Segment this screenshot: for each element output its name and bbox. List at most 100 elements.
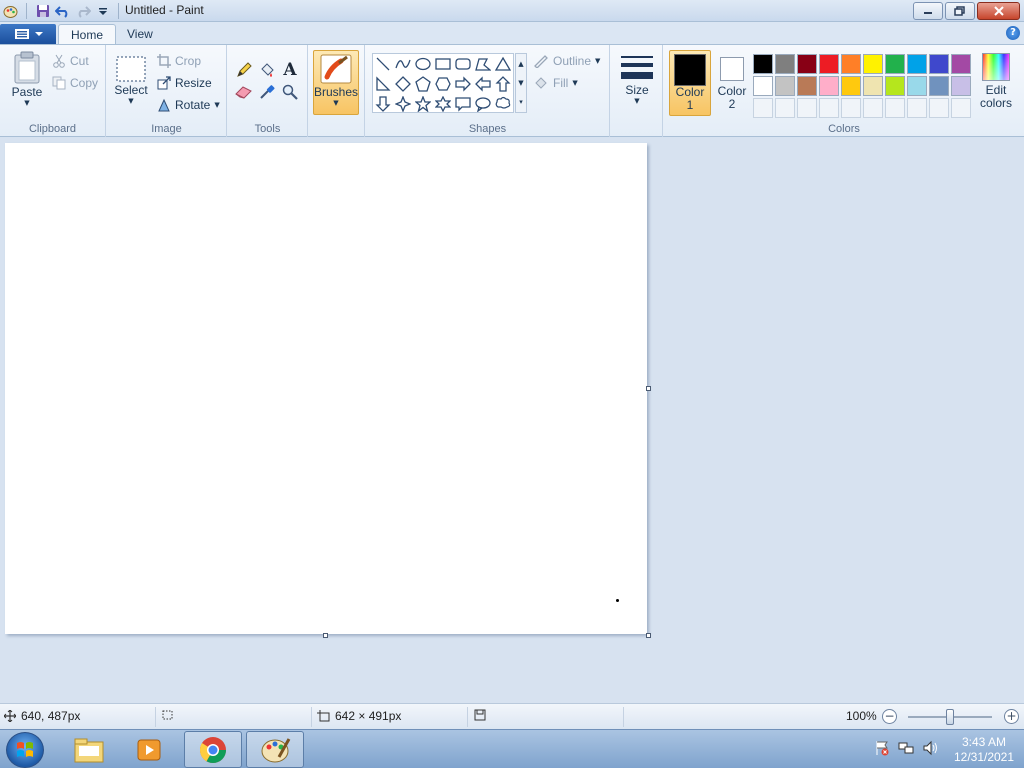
tab-view[interactable]: View (115, 24, 165, 45)
edit-colors-button[interactable]: Edit colors (976, 53, 1016, 110)
shapes-scrollbar[interactable]: ▲ ▼ ▾ (515, 53, 527, 113)
minimize-button[interactable] (913, 2, 943, 20)
diamond-shape[interactable] (393, 74, 413, 94)
down-arrow-shape[interactable] (373, 94, 393, 114)
palette-swatch[interactable] (907, 54, 927, 74)
pentagon-shape[interactable] (413, 74, 433, 94)
taskbar-media-player[interactable] (120, 731, 178, 768)
fill-button[interactable]: Fill ▼ (533, 73, 578, 93)
canvas-resize-handle-right[interactable] (646, 386, 651, 391)
triangle-shape[interactable] (493, 54, 513, 74)
fill-tool[interactable] (256, 59, 278, 80)
palette-swatch[interactable] (951, 54, 971, 74)
palette-swatch[interactable] (951, 98, 971, 118)
palette-swatch[interactable] (819, 98, 839, 118)
zoom-out-button[interactable]: − (882, 709, 897, 724)
scroll-up-icon[interactable]: ▲ (518, 60, 523, 68)
close-button[interactable] (977, 2, 1020, 20)
pencil-tool[interactable] (233, 59, 255, 80)
color1-button[interactable]: Color 1 (669, 50, 711, 116)
cloud-callout-shape[interactable] (493, 94, 513, 114)
outline-button[interactable]: Outline ▼ (533, 51, 600, 71)
taskbar-chrome[interactable] (184, 731, 242, 768)
palette-swatch[interactable] (797, 76, 817, 96)
palette-swatch[interactable] (929, 54, 949, 74)
palette-swatch[interactable] (819, 76, 839, 96)
network-icon[interactable] (898, 740, 914, 759)
copy-button[interactable]: Copy (52, 73, 98, 93)
palette-swatch[interactable] (885, 76, 905, 96)
brushes-button[interactable]: Brushes ▼ (313, 50, 359, 115)
volume-icon[interactable] (922, 740, 938, 759)
undo-icon[interactable] (54, 3, 71, 20)
save-icon[interactable] (34, 3, 51, 20)
tab-home[interactable]: Home (58, 24, 117, 45)
hexagon-shape[interactable] (433, 74, 453, 94)
help-icon[interactable]: ? (1006, 26, 1020, 40)
left-arrow-shape[interactable] (473, 74, 493, 94)
palette-swatch[interactable] (775, 98, 795, 118)
rectangular-callout-shape[interactable] (453, 94, 473, 114)
palette-swatch[interactable] (885, 98, 905, 118)
palette-swatch[interactable] (753, 98, 773, 118)
clock[interactable]: 3:43 AM 12/31/2021 (944, 735, 1024, 765)
zoom-in-button[interactable]: + (1004, 709, 1019, 724)
palette-swatch[interactable] (841, 76, 861, 96)
palette-swatch[interactable] (797, 54, 817, 74)
palette-swatch[interactable] (753, 54, 773, 74)
up-arrow-shape[interactable] (493, 74, 513, 94)
rounded-rectangle-shape[interactable] (453, 54, 473, 74)
palette-swatch[interactable] (797, 98, 817, 118)
palette-swatch[interactable] (819, 54, 839, 74)
rectangle-shape[interactable] (433, 54, 453, 74)
taskbar-explorer[interactable] (60, 731, 118, 768)
palette-swatch[interactable] (841, 54, 861, 74)
rotate-button[interactable]: Rotate ▼ (157, 95, 220, 115)
palette-swatch[interactable] (885, 54, 905, 74)
paint-menu-button[interactable] (0, 24, 56, 44)
expand-gallery-icon[interactable]: ▾ (519, 98, 523, 106)
scroll-down-icon[interactable]: ▼ (518, 79, 523, 87)
select-button[interactable]: Select ▼ (113, 55, 149, 105)
curve-shape[interactable] (393, 54, 413, 74)
palette-swatch[interactable] (907, 98, 927, 118)
cut-button[interactable]: Cut (52, 51, 89, 71)
canvas-resize-handle-corner[interactable] (646, 633, 651, 638)
oval-callout-shape[interactable] (473, 94, 493, 114)
customize-qat-dropdown-icon[interactable] (94, 3, 111, 20)
palette-swatch[interactable] (863, 54, 883, 74)
resize-button[interactable]: Resize (157, 73, 212, 93)
paste-button[interactable]: Paste ▼ (8, 51, 46, 107)
crop-button[interactable]: Crop (157, 51, 201, 71)
magnifier-tool[interactable] (279, 81, 301, 102)
eraser-tool[interactable] (233, 81, 255, 102)
palette-swatch[interactable] (753, 76, 773, 96)
right-arrow-shape[interactable] (453, 74, 473, 94)
palette-swatch[interactable] (841, 98, 861, 118)
zoom-slider-thumb[interactable] (946, 709, 954, 725)
taskbar-paint[interactable] (246, 731, 304, 768)
action-center-icon[interactable] (874, 740, 890, 759)
canvas-resize-handle-bottom[interactable] (323, 633, 328, 638)
oval-shape[interactable] (413, 54, 433, 74)
color2-button[interactable]: Color 2 (714, 50, 750, 111)
size-button[interactable]: Size ▼ (617, 53, 657, 105)
six-point-star-shape[interactable] (433, 94, 453, 114)
palette-swatch[interactable] (929, 76, 949, 96)
five-point-star-shape[interactable] (413, 94, 433, 114)
palette-swatch[interactable] (775, 76, 795, 96)
drawing-canvas[interactable] (5, 143, 647, 634)
color-picker-tool[interactable] (256, 81, 278, 102)
restore-button[interactable] (945, 2, 975, 20)
text-tool[interactable]: A (279, 59, 301, 80)
palette-swatch[interactable] (775, 54, 795, 74)
palette-swatch[interactable] (907, 76, 927, 96)
line-shape[interactable] (373, 54, 393, 74)
palette-swatch[interactable] (929, 98, 949, 118)
palette-swatch[interactable] (863, 98, 883, 118)
paint-app-icon[interactable] (2, 3, 19, 20)
palette-swatch[interactable] (951, 76, 971, 96)
start-button[interactable] (6, 732, 44, 768)
four-point-star-shape[interactable] (393, 94, 413, 114)
polygon-shape[interactable] (473, 54, 493, 74)
